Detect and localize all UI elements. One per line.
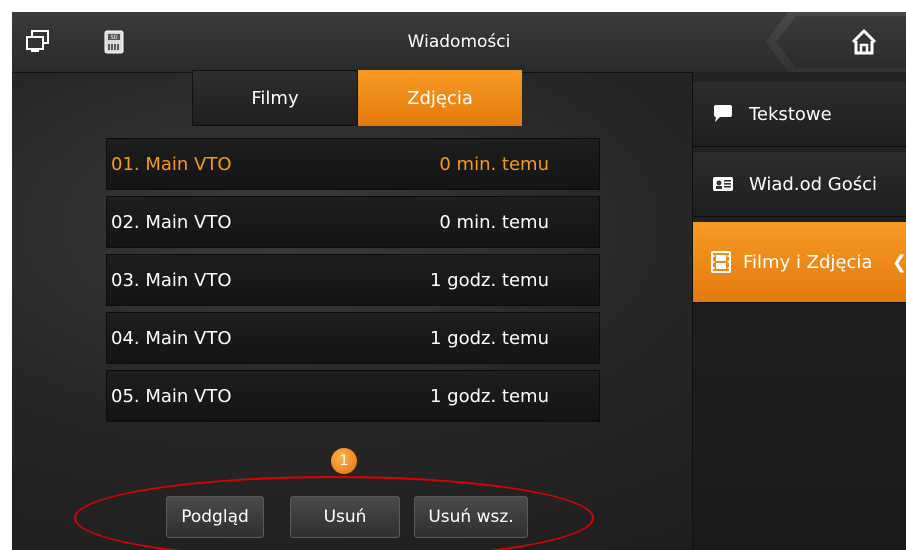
film-icon [709, 250, 733, 274]
sidebar-item-tekstowe[interactable]: Tekstowe [693, 82, 906, 147]
message-category-sidebar: Tekstowe Wiad.od Gości Filmy i Zdjęcia ❮ [692, 72, 906, 550]
message-time: 1 godz. temu [429, 385, 549, 407]
list-item[interactable]: 01. Main VTO 0 min. temu [106, 138, 600, 190]
tab-zdjecia[interactable]: Zdjęcia [358, 70, 522, 126]
message-time: 1 godz. temu [429, 269, 549, 291]
intercom-screen: SD Wiadomości Filmy Zdjęcia 01. Main VTO [12, 12, 906, 550]
home-icon[interactable] [846, 24, 882, 60]
message-time: 0 min. temu [439, 153, 549, 175]
message-source: 03. Main VTO [111, 269, 232, 291]
message-source: 05. Main VTO [111, 385, 232, 407]
list-item[interactable]: 04. Main VTO 1 godz. temu [106, 312, 600, 364]
message-list: 01. Main VTO 0 min. temu 02. Main VTO 0 … [106, 138, 600, 428]
message-source: 01. Main VTO [111, 153, 232, 175]
home-tab[interactable] [766, 12, 906, 72]
tab-filmy[interactable]: Filmy [192, 70, 358, 126]
sidebar-item-filmy-i-zdjecia[interactable]: Filmy i Zdjęcia ❮ [693, 222, 906, 303]
page-indicator[interactable]: 1 [331, 448, 357, 474]
media-tabs: Filmy Zdjęcia [192, 70, 522, 126]
message-source: 02. Main VTO [111, 211, 232, 233]
sidebar-item-label: Tekstowe [749, 103, 832, 125]
message-time: 0 min. temu [439, 211, 549, 233]
message-time: 1 godz. temu [429, 327, 549, 349]
top-bar: SD Wiadomości [12, 12, 906, 73]
list-item[interactable]: 02. Main VTO 0 min. temu [106, 196, 600, 248]
sidebar-item-label: Wiad.od Gości [749, 173, 877, 195]
preview-button[interactable]: Podgląd [166, 496, 264, 538]
chevron-left-icon: ❮ [891, 251, 906, 273]
speech-bubble-icon [711, 102, 735, 126]
guest-message-icon [711, 172, 735, 196]
list-item[interactable]: 05. Main VTO 1 godz. temu [106, 370, 600, 422]
delete-all-button[interactable]: Usuń wsz. [414, 496, 528, 538]
delete-button[interactable]: Usuń [290, 496, 400, 538]
sidebar-item-label: Filmy i Zdjęcia [743, 251, 873, 273]
list-item[interactable]: 03. Main VTO 1 godz. temu [106, 254, 600, 306]
sidebar-item-wiad-od-gosci[interactable]: Wiad.od Gości [693, 152, 906, 217]
message-source: 04. Main VTO [111, 327, 232, 349]
